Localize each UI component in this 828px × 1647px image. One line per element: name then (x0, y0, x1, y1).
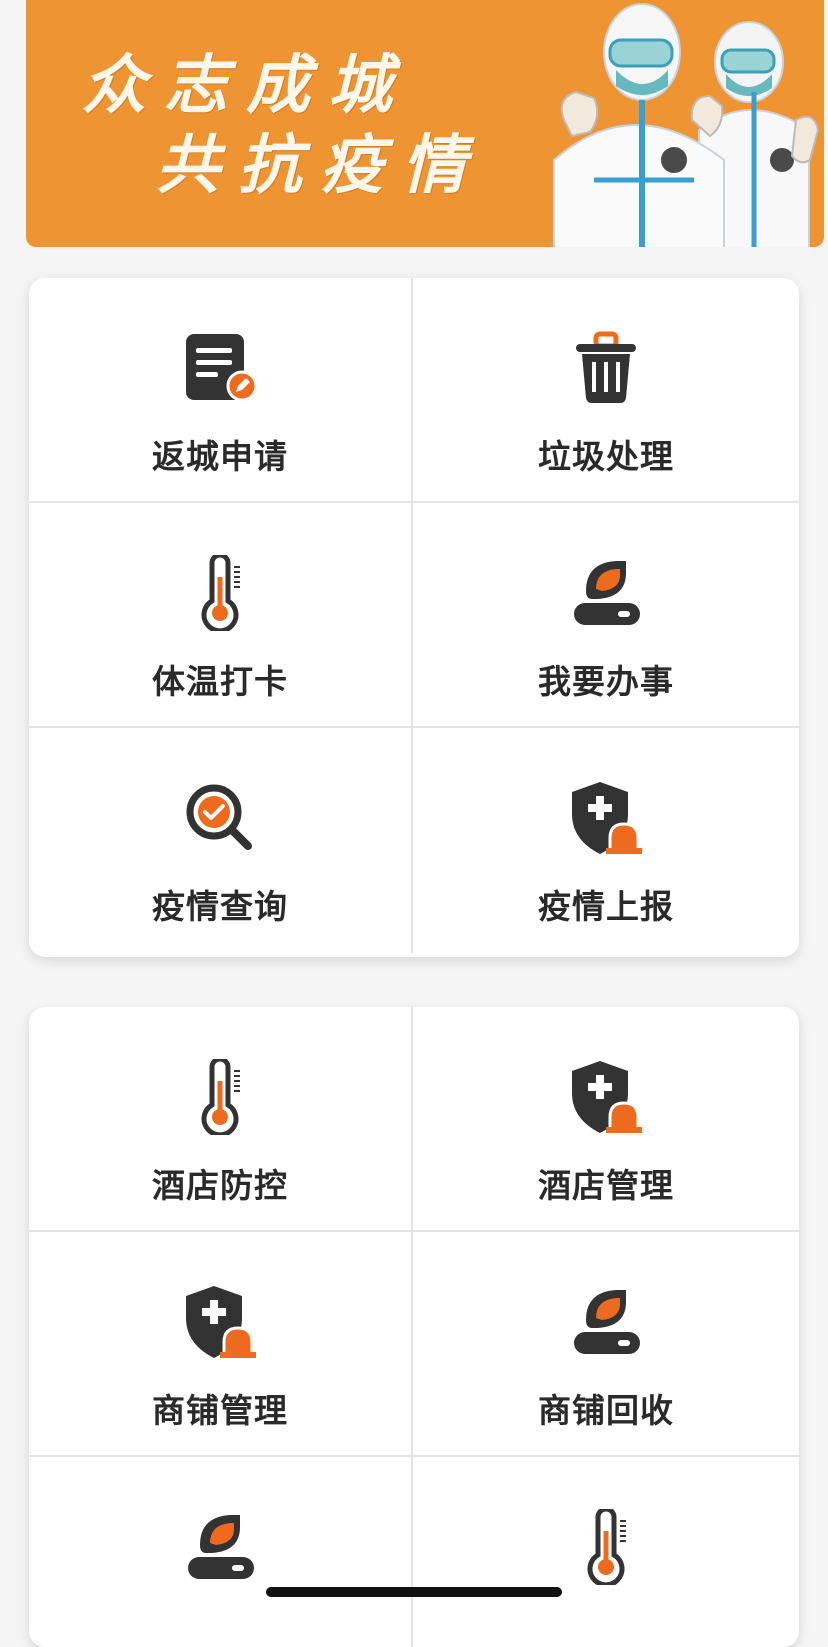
service-tile[interactable]: 我要办事 (413, 503, 799, 728)
service-tile[interactable]: 返城申请 (29, 278, 413, 503)
thermometer-icon (566, 1507, 646, 1587)
service-tile-label: 我要办事 (538, 662, 674, 701)
service-tile-label: 疫情查询 (152, 887, 288, 926)
thermometer-icon (180, 1057, 260, 1137)
service-tile[interactable] (29, 1457, 413, 1647)
service-tile-label: 疫情上报 (538, 887, 674, 926)
service-tile-label: 商铺管理 (152, 1391, 288, 1430)
hero-banner: 众志成城 共抗疫情 (26, 0, 824, 247)
service-card-epidemic: 返城申请 垃圾处理体温打卡 我要办事疫情查询 疫情上报 (29, 278, 799, 957)
service-tile[interactable]: 商铺管理 (29, 1232, 413, 1457)
service-tile[interactable]: 酒店防控 (29, 1007, 413, 1232)
service-tile-label: 垃圾处理 (538, 437, 674, 476)
service-tile-label: 商铺回收 (538, 1391, 674, 1430)
service-tile[interactable]: 体温打卡 (29, 503, 413, 728)
service-tile[interactable] (413, 1457, 799, 1647)
server-leaf-icon (566, 1282, 646, 1362)
thermometer-icon (180, 553, 260, 633)
service-card-business: 酒店防控 酒店管理商铺管理 商铺回收 (29, 1007, 799, 1647)
service-tile-label: 体温打卡 (152, 662, 288, 701)
service-tile[interactable]: 商铺回收 (413, 1232, 799, 1457)
banner-slogan-line2: 共抗疫情 (156, 128, 484, 203)
service-tile-label: 酒店防控 (152, 1166, 288, 1205)
home-indicator (266, 1587, 562, 1597)
service-tile[interactable]: 疫情上报 (413, 728, 799, 953)
shield-alarm-icon (180, 1282, 260, 1362)
search-check-icon (180, 778, 260, 858)
service-tile-label: 返城申请 (152, 437, 288, 476)
service-tile[interactable]: 疫情查询 (29, 728, 413, 953)
trash-can-icon (566, 328, 646, 408)
shield-alarm-icon (566, 778, 646, 858)
medical-workers-illustration (553, 3, 820, 247)
service-tile-label: 酒店管理 (538, 1166, 674, 1205)
shield-alarm-icon (566, 1057, 646, 1137)
service-tile[interactable]: 酒店管理 (413, 1007, 799, 1232)
server-leaf-icon (566, 553, 646, 633)
document-edit-icon (180, 328, 260, 408)
service-tile[interactable]: 垃圾处理 (413, 278, 799, 503)
banner-slogan-line1: 众志成城 (82, 48, 410, 123)
server-leaf-icon (180, 1507, 260, 1587)
